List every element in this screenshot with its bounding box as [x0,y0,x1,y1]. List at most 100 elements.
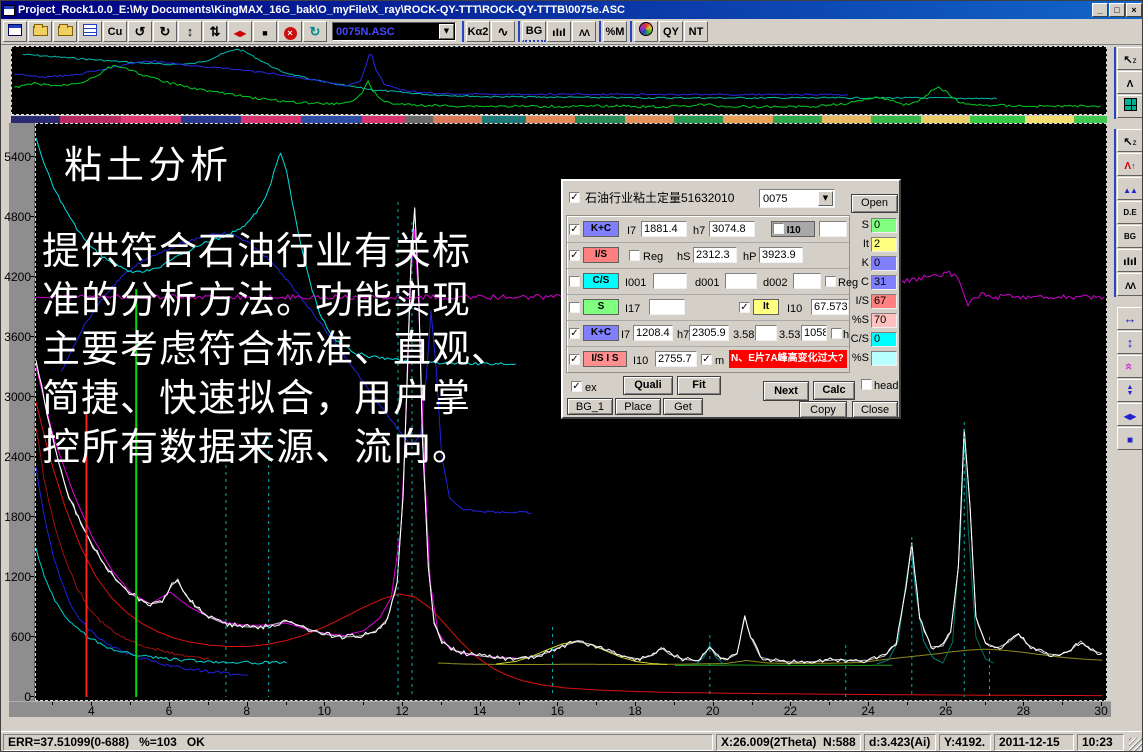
y-tick-label: 2400 [4,450,31,464]
it-checkbox[interactable] [739,302,750,313]
rotate-ccw-button[interactable]: ↺ [128,21,152,42]
minimize-button[interactable]: _ [1092,3,1108,17]
get-button[interactable]: Get [663,398,703,415]
ex-label: ex [585,382,597,394]
titlebar[interactable]: Project_Rock1.0.0_E:\My Documents\KingMA… [1,1,1143,19]
peak-arrow-button[interactable]: Λ↑ [1117,153,1143,176]
stop-button[interactable]: ■ [253,21,277,42]
i10-extra-field[interactable] [819,221,847,237]
percent-m-button[interactable]: %M [603,21,627,42]
next-button[interactable]: Next [763,381,809,401]
kc1-checkbox[interactable] [569,224,580,235]
peaks-filled-button[interactable]: ▲▲ [1117,177,1143,200]
form-window-button[interactable] [3,21,27,42]
open-button[interactable]: Open [851,194,898,213]
overlay-text-line: 提供符合石油行业有关标 [42,220,510,269]
tri-leftright-button[interactable]: ◀▶ [1117,403,1143,426]
quali-button[interactable]: Quali [623,376,673,395]
hp-field[interactable]: 3923.9 [759,247,803,263]
file-combobox[interactable]: 0075N.ASC ▼ [332,22,456,41]
cancel-button[interactable]: × [278,21,302,42]
ka2-strip-button[interactable]: Kα2 [466,21,490,42]
combo-dropdown-icon[interactable]: ▼ [439,24,454,39]
rotate-cw-button[interactable]: ↻ [153,21,177,42]
place-button[interactable]: Place [615,398,661,415]
i10-checkbox[interactable] [773,223,784,234]
sample-combo-dropdown-icon[interactable]: ▼ [818,191,833,206]
y-tick [30,156,34,157]
cycle-button[interactable]: ↻ [303,21,327,42]
v-expand-button[interactable]: ↕ [1117,331,1143,354]
copy-button[interactable]: Copy [799,401,847,418]
peak-marker-button[interactable]: Λ [1117,71,1143,94]
square-button[interactable]: ■ [1117,427,1143,450]
bg-mode-button[interactable]: BG [1117,225,1143,248]
x-position-value: X:26.009(2Theta) [721,735,816,749]
arrows-vert-button[interactable]: ⇅ [203,21,227,42]
folder-open-button[interactable] [28,21,52,42]
play-red-button[interactable]: ◀▶ [228,21,252,42]
maximize-button[interactable]: □ [1109,3,1125,17]
de-mode-button[interactable]: D.E [1117,201,1143,224]
toolbar-separator [630,21,632,42]
hist-button[interactable]: ılıl [1117,249,1143,272]
fit-button[interactable]: Fit [677,376,721,395]
h-expand-button[interactable]: ↔ [1117,307,1143,330]
h7b-field[interactable]: 2305.9 [689,325,729,341]
reg1-checkbox[interactable] [629,250,640,261]
h-checkbox[interactable] [831,328,842,339]
i10c-field[interactable]: 2755.7 [655,351,697,367]
dialog-main-checkbox[interactable] [569,192,580,203]
bg-subtract-button[interactable]: BG [522,21,546,42]
d353-field[interactable]: 1058.0 [801,325,827,341]
d358-field[interactable] [755,325,777,341]
d353-label: 3.53 [779,329,800,341]
qy-mode-button[interactable]: QY [659,21,683,42]
h7-field[interactable]: 3074.8 [709,221,755,237]
y-tick-label: 4800 [4,210,31,224]
head-checkbox[interactable] [861,379,872,390]
chevrons-up-button[interactable]: « [1117,355,1143,378]
nt-mode-button[interactable]: NT [684,21,708,42]
anode-cu-button[interactable]: Cu [103,21,127,42]
result-row-6: C/S0 [851,331,901,350]
calc-button[interactable]: Calc [813,381,855,400]
grid-button[interactable] [1117,95,1143,118]
zoom-cursor-button[interactable]: ↖z [1117,129,1143,152]
color-wheel-button[interactable] [634,21,658,42]
peaks-button[interactable]: ΛΛ [572,21,596,42]
d002-field[interactable] [793,273,821,289]
s-checkbox[interactable] [569,302,580,313]
status-time-panel: 10:23 [1077,734,1124,751]
resize-grip[interactable] [1129,738,1143,752]
d001-field[interactable] [725,273,757,289]
i7-field[interactable]: 1881.4 [641,221,687,237]
reg2-checkbox[interactable] [825,276,836,287]
zoom-cursor-button[interactable]: ↖z [1117,47,1143,70]
m-checkbox[interactable] [701,354,712,365]
peaks-button[interactable]: ΛΛ [1117,273,1143,296]
close-dialog-button[interactable]: Close [852,401,898,418]
i001-field[interactable] [653,273,687,289]
hist-button[interactable]: ılıl [547,21,571,42]
folder-open-alt-button[interactable] [53,21,77,42]
is-checkbox[interactable] [569,250,580,261]
tri-updown-button[interactable]: ▲▼ [1117,379,1143,402]
sample-combobox[interactable]: 0075 ▼ [759,189,835,208]
expand-vert-button[interactable]: ↕ [178,21,202,42]
hs-field[interactable]: 2312.3 [693,247,737,263]
bg1-button[interactable]: BG_1 [567,398,613,415]
overview-chart[interactable] [11,46,1107,115]
i7b-field[interactable]: 1208.4 [633,325,673,341]
isis-checkbox[interactable] [569,354,580,365]
cs-checkbox[interactable] [569,276,580,287]
x-minor-tick [1062,702,1063,705]
kc2-checkbox[interactable] [569,328,580,339]
clay-quantification-dialog[interactable]: 石油行业粘土定量51632010 0075 ▼ Open K+C I7 1881… [561,179,901,419]
close-button[interactable]: × [1126,3,1142,17]
i17-field[interactable] [649,299,685,315]
ex-checkbox[interactable] [571,381,582,392]
table-button[interactable] [78,21,102,42]
i10b-field[interactable]: 67.573 [811,299,849,315]
wave-button[interactable]: ∿ [491,21,515,42]
